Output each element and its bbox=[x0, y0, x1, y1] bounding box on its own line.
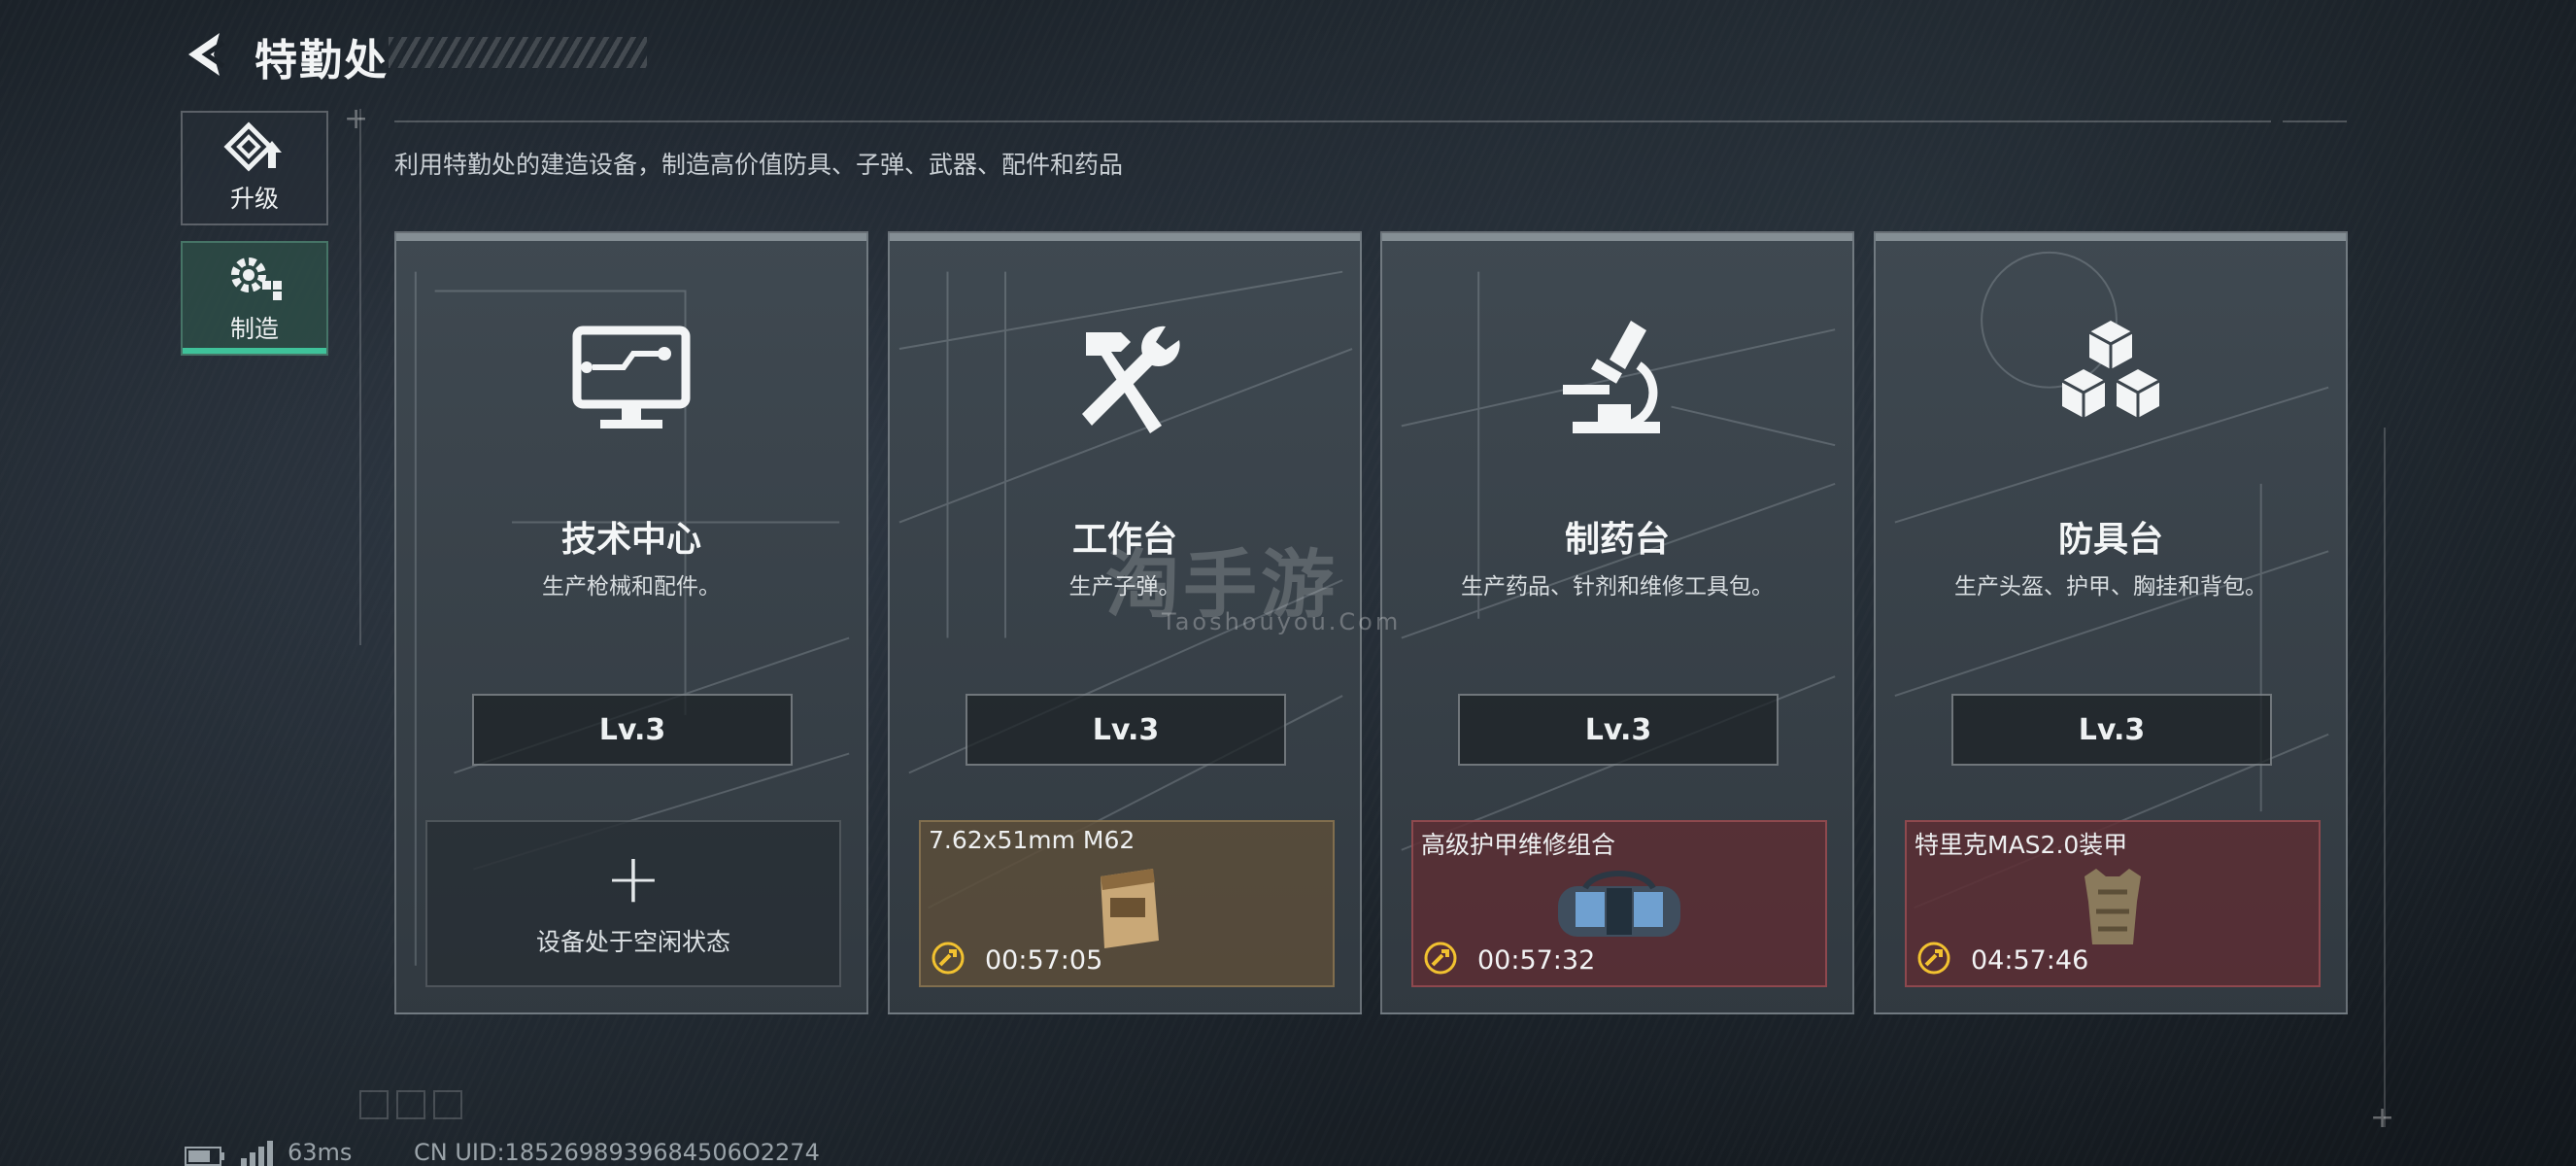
crafting-item-name: 特里克MAS2.0装甲 bbox=[1915, 831, 2128, 859]
watermark-url: Taoshouyou.Com bbox=[1162, 608, 1402, 635]
station-card-armor-bench[interactable]: 防具台 生产头盔、护甲、胸挂和背包。 Lv.3 特里克MAS2.0装甲 04:5… bbox=[1874, 231, 2348, 1014]
monitor-circuit-icon bbox=[572, 326, 691, 429]
page-title: 特勤处 bbox=[254, 36, 389, 86]
battery-icon bbox=[185, 1147, 224, 1166]
crosshair-deco: + bbox=[2370, 1101, 2395, 1135]
crafting-slot[interactable]: 高级护甲维修组合 00:57:32 bbox=[1411, 820, 1827, 987]
craft-gear-icon bbox=[231, 257, 282, 300]
station-card-pharmacy[interactable]: 制药台 生产药品、针剂和维修工具包。 Lv.3 高级护甲维修组合 00:57:3… bbox=[1380, 231, 1854, 1014]
hammer-wrench-icon bbox=[1082, 326, 1180, 433]
idle-status-text: 设备处于空闲状态 bbox=[535, 928, 730, 956]
page-subtitle: 利用特勤处的建造设备，制造高价值防具、子弹、武器、配件和药品 bbox=[394, 151, 1124, 179]
ping-readout: 63ms bbox=[288, 1139, 353, 1166]
repair-kit-bag-icon bbox=[1558, 871, 1680, 937]
station-card-tech-center[interactable]: 技术中心 生产枪械和配件。 Lv.3 + 设备处于空闲状态 bbox=[394, 231, 868, 1014]
footer-deco bbox=[359, 1090, 462, 1119]
cubes-icon bbox=[2061, 321, 2160, 418]
timer-wrench-icon bbox=[1917, 942, 1950, 975]
plus-icon: + bbox=[604, 839, 662, 918]
tab-craft-label: 制造 bbox=[229, 315, 279, 343]
crafting-slot[interactable]: 特里克MAS2.0装甲 04:57:46 bbox=[1905, 820, 2321, 987]
crafting-timer: 00:57:05 bbox=[985, 945, 1103, 976]
timer-wrench-icon bbox=[932, 942, 965, 975]
divider bbox=[2384, 428, 2386, 1127]
crafting-item-name: 高级护甲维修组合 bbox=[1421, 831, 1616, 859]
tab-upgrade-label: 升级 bbox=[229, 185, 279, 213]
crafting-timer: 04:57:46 bbox=[1971, 945, 2089, 976]
title-stripes bbox=[389, 37, 647, 68]
signal-icon bbox=[241, 1141, 273, 1166]
user-uid: CN UID:1852698939684506O2274 bbox=[414, 1139, 820, 1166]
station-desc: 生产药品、针剂和维修工具包。 bbox=[1461, 574, 1774, 600]
ammo-box-icon bbox=[1101, 869, 1159, 948]
station-title: 技术中心 bbox=[560, 520, 701, 560]
tab-craft[interactable]: 制造 bbox=[181, 241, 328, 356]
station-level: Lv.3 bbox=[472, 694, 793, 766]
body-armor-icon bbox=[2085, 869, 2141, 944]
back-arrow-icon[interactable] bbox=[181, 29, 231, 80]
station-level: Lv.3 bbox=[1951, 694, 2272, 766]
divider bbox=[359, 109, 361, 645]
timer-wrench-icon bbox=[1424, 942, 1457, 975]
upgrade-icon bbox=[223, 121, 282, 172]
station-level: Lv.3 bbox=[1458, 694, 1779, 766]
station-title: 防具台 bbox=[2057, 520, 2163, 560]
crosshair-deco: + bbox=[344, 102, 369, 136]
divider bbox=[394, 120, 2271, 122]
station-desc: 生产头盔、护甲、胸挂和背包。 bbox=[1954, 574, 2267, 600]
microscope-icon bbox=[1563, 321, 1660, 433]
crafting-slot[interactable]: 7.62x51mm M62 00:57:05 bbox=[919, 820, 1335, 987]
station-level: Lv.3 bbox=[966, 694, 1286, 766]
station-title: 制药台 bbox=[1564, 520, 1670, 560]
idle-slot[interactable]: + 设备处于空闲状态 bbox=[425, 820, 841, 987]
divider bbox=[2283, 120, 2347, 122]
crafting-timer: 00:57:32 bbox=[1477, 945, 1596, 976]
station-desc: 生产枪械和配件。 bbox=[542, 574, 721, 600]
crafting-item-name: 7.62x51mm M62 bbox=[929, 826, 1135, 854]
tab-upgrade[interactable]: 升级 bbox=[181, 111, 328, 225]
